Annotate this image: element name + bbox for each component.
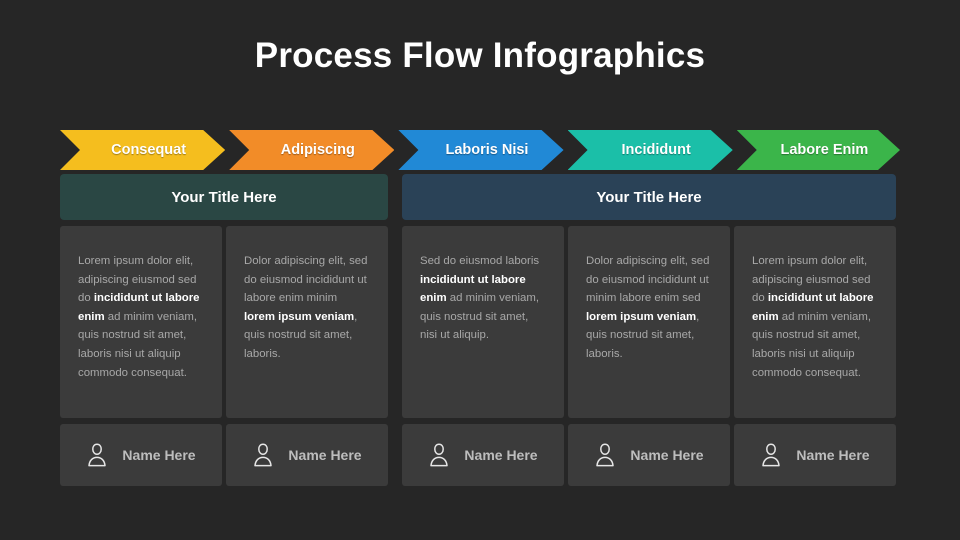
process-step-arrow-4[interactable]: Incididunt: [568, 130, 733, 170]
process-step-arrow-2[interactable]: Adipiscing: [229, 130, 394, 170]
slide-root: Process Flow Infographics Consequat Adipi…: [0, 0, 960, 540]
body-card-1: Lorem ipsum dolor elit, adipiscing eiusm…: [60, 226, 222, 418]
header-group-divider: [388, 174, 402, 220]
name-card-3[interactable]: Name Here: [402, 424, 564, 486]
section-header-1: Your Title Here: [60, 174, 388, 220]
process-step-label: Adipiscing: [280, 142, 355, 158]
name-card-divider: [388, 424, 402, 486]
person-icon: [86, 442, 108, 468]
section-header-title: Your Title Here: [596, 188, 702, 206]
process-step-label: Labore Enim: [780, 142, 869, 158]
person-icon: [760, 442, 782, 468]
process-step-label: Consequat: [111, 142, 187, 158]
name-card-row: Name Here Name Here Name Here Name Here Name…: [60, 424, 900, 486]
name-card-1[interactable]: Name Here: [60, 424, 222, 486]
process-step-label: Incididunt: [621, 142, 691, 158]
body-card-5: Lorem ipsum dolor elit, adipiscing eiusm…: [734, 226, 896, 418]
body-text-emphasis: lorem ipsum veniam: [244, 310, 355, 323]
page-title: Process Flow Infographics: [254, 36, 706, 75]
body-text-segment: Sed do eiusmod laboris: [420, 255, 540, 267]
body-card-4: Dolor adipiscing elit, sed do eiusmod in…: [568, 226, 730, 418]
process-step-arrow-row: Consequat Adipiscing Laboris Nisi Incididun…: [60, 130, 900, 170]
body-text-segment: Dolor adipiscing elit, sed do eiusmod in…: [244, 255, 368, 305]
name-label: Name Here: [288, 447, 362, 463]
process-step-label: Laboris Nisi: [445, 142, 529, 158]
name-card-5[interactable]: Name Here: [734, 424, 896, 486]
process-step-arrow-5[interactable]: Labore Enim: [737, 130, 900, 170]
person-icon: [428, 442, 450, 468]
name-label: Name Here: [796, 447, 870, 463]
section-header-row: Your Title Here Your Title Here: [60, 174, 900, 220]
name-card-4[interactable]: Name Here: [568, 424, 730, 486]
body-text-segment: Dolor adipiscing elit, sed do eiusmod in…: [586, 255, 710, 305]
section-header-2: Your Title Here: [402, 174, 896, 220]
section-header-title: Your Title Here: [171, 188, 277, 206]
process-step-arrow-3[interactable]: Laboris Nisi: [398, 130, 563, 170]
body-text: Dolor adipiscing elit, sed do eiusmod in…: [586, 252, 712, 364]
body-text: Sed do eiusmod laboris incididunt ut lab…: [420, 252, 546, 345]
body-text-emphasis: lorem ipsum veniam: [586, 310, 697, 323]
body-card-2: Dolor adipiscing elit, sed do eiusmod in…: [226, 226, 388, 418]
body-card-3: Sed do eiusmod laboris incididunt ut lab…: [402, 226, 564, 418]
person-icon: [252, 442, 274, 468]
body-card-row: Lorem ipsum dolor elit, adipiscing eiusm…: [60, 226, 900, 418]
body-text: Dolor adipiscing elit, sed do eiusmod in…: [244, 252, 370, 364]
body-card-divider: [388, 226, 402, 418]
name-label: Name Here: [122, 447, 196, 463]
body-text: Lorem ipsum dolor elit, adipiscing eiusm…: [78, 252, 204, 382]
name-label: Name Here: [630, 447, 704, 463]
person-icon: [594, 442, 616, 468]
name-card-2[interactable]: Name Here: [226, 424, 388, 486]
body-text: Lorem ipsum dolor elit, adipiscing eiusm…: [752, 252, 878, 382]
process-step-arrow-1[interactable]: Consequat: [60, 130, 225, 170]
name-label: Name Here: [464, 447, 538, 463]
